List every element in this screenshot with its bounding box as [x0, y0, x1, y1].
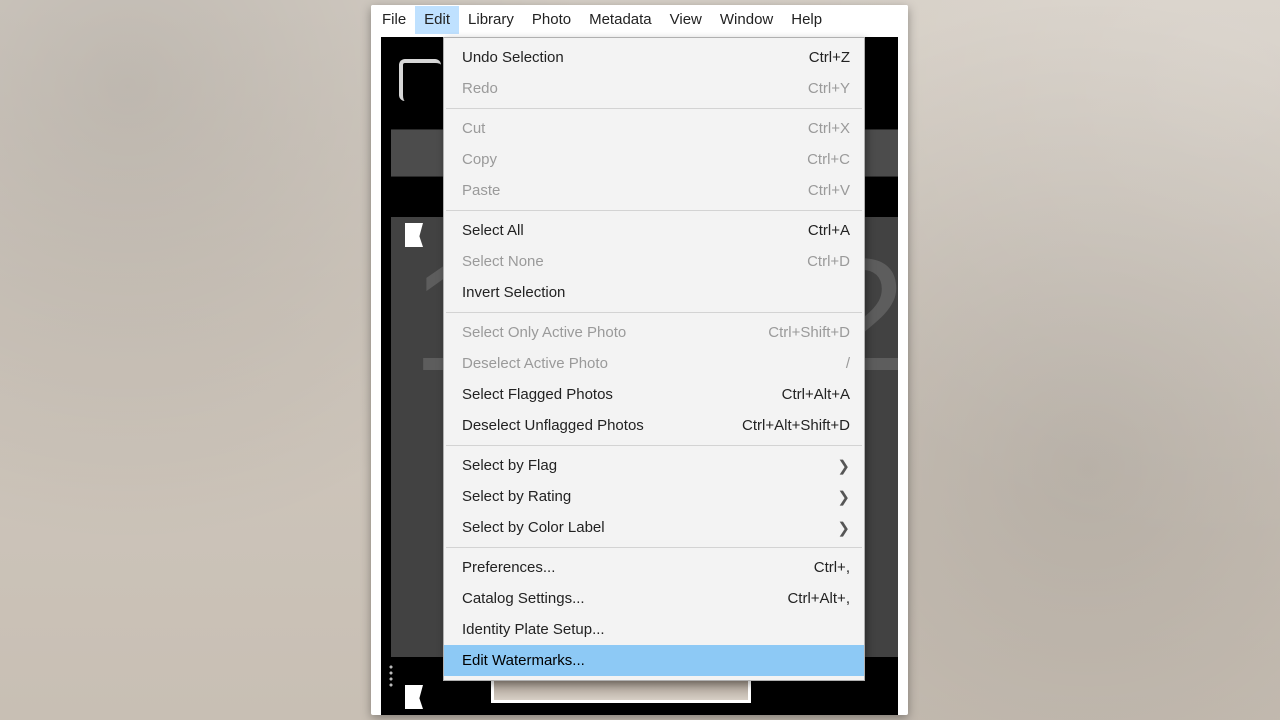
menu-item-label: Paste: [462, 182, 718, 199]
chevron-right-icon: ❯: [829, 488, 850, 506]
menu-item-label: Select by Rating: [462, 488, 829, 505]
menu-item-select-by-flag[interactable]: Select by Flag❯: [444, 450, 864, 481]
menu-item-label: Undo Selection: [462, 49, 718, 66]
menu-item-deselect-active-photo: Deselect Active Photo/: [444, 348, 864, 379]
menu-item-select-only-active-photo: Select Only Active PhotoCtrl+Shift+D: [444, 317, 864, 348]
menu-separator: [446, 210, 862, 211]
drag-handle-dots-icon: [387, 663, 395, 687]
menu-view[interactable]: View: [661, 6, 711, 34]
menu-separator: [446, 445, 862, 446]
menu-item-shortcut: Ctrl+Alt+,: [718, 590, 850, 607]
menu-item-label: Invert Selection: [462, 284, 718, 301]
menu-library[interactable]: Library: [459, 6, 523, 34]
menu-item-label: Deselect Unflagged Photos: [462, 417, 718, 434]
menu-item-edit-watermarks[interactable]: Edit Watermarks...: [444, 645, 864, 676]
menu-item-cut: CutCtrl+X: [444, 113, 864, 144]
menu-item-label: Catalog Settings...: [462, 590, 718, 607]
menu-separator: [446, 108, 862, 109]
menu-item-label: Select All: [462, 222, 718, 239]
menu-window[interactable]: Window: [711, 6, 782, 34]
menu-item-shortcut: Ctrl+Z: [718, 49, 850, 66]
menu-item-identity-plate-setup[interactable]: Identity Plate Setup...: [444, 614, 864, 645]
menu-item-label: Redo: [462, 80, 718, 97]
menu-item-shortcut: Ctrl+A: [718, 222, 850, 239]
menu-item-shortcut: Ctrl+Y: [718, 80, 850, 97]
menu-item-shortcut: Ctrl+,: [718, 559, 850, 576]
flag-icon: [405, 685, 423, 709]
menu-item-shortcut: Ctrl+X: [718, 120, 850, 137]
menu-item-shortcut: Ctrl+D: [718, 253, 850, 270]
menu-item-shortcut: Ctrl+C: [718, 151, 850, 168]
menu-item-copy: CopyCtrl+C: [444, 144, 864, 175]
menu-item-shortcut: Ctrl+Alt+A: [718, 386, 850, 403]
edit-menu-dropdown: Undo SelectionCtrl+ZRedoCtrl+YCutCtrl+XC…: [443, 37, 865, 681]
menu-item-label: Cut: [462, 120, 718, 137]
menu-item-undo-selection[interactable]: Undo SelectionCtrl+Z: [444, 42, 864, 73]
chevron-right-icon: ❯: [829, 519, 850, 537]
menu-item-label: Select by Flag: [462, 457, 829, 474]
menu-separator: [446, 312, 862, 313]
menubar: File Edit Library Photo Metadata View Wi…: [371, 5, 908, 35]
menu-item-shortcut: Ctrl+Alt+Shift+D: [718, 417, 850, 434]
menu-item-shortcut: Ctrl+V: [718, 182, 850, 199]
app-logo-icon: [399, 59, 441, 101]
menu-item-preferences[interactable]: Preferences...Ctrl+,: [444, 552, 864, 583]
menu-item-label: Select Only Active Photo: [462, 324, 718, 341]
menu-item-label: Select by Color Label: [462, 519, 829, 536]
menu-item-shortcut: Ctrl+Shift+D: [718, 324, 850, 341]
menu-metadata[interactable]: Metadata: [580, 6, 661, 34]
menu-item-select-flagged-photos[interactable]: Select Flagged PhotosCtrl+Alt+A: [444, 379, 864, 410]
menu-item-label: Select None: [462, 253, 718, 270]
menu-edit[interactable]: Edit: [415, 6, 459, 34]
menu-item-select-all[interactable]: Select AllCtrl+A: [444, 215, 864, 246]
menu-item-shortcut: /: [718, 355, 850, 372]
menu-item-select-none: Select NoneCtrl+D: [444, 246, 864, 277]
menu-item-select-by-color-label[interactable]: Select by Color Label❯: [444, 512, 864, 543]
menu-item-label: Preferences...: [462, 559, 718, 576]
menu-item-paste: PasteCtrl+V: [444, 175, 864, 206]
menu-item-deselect-unflagged-photos[interactable]: Deselect Unflagged PhotosCtrl+Alt+Shift+…: [444, 410, 864, 441]
menu-item-label: Edit Watermarks...: [462, 652, 718, 669]
stage-background: File Edit Library Photo Metadata View Wi…: [0, 0, 1280, 720]
menu-photo[interactable]: Photo: [523, 6, 580, 34]
menu-separator: [446, 547, 862, 548]
chevron-right-icon: ❯: [829, 457, 850, 475]
menu-item-catalog-settings[interactable]: Catalog Settings...Ctrl+Alt+,: [444, 583, 864, 614]
menu-item-label: Deselect Active Photo: [462, 355, 718, 372]
menu-item-label: Copy: [462, 151, 718, 168]
app-window: File Edit Library Photo Metadata View Wi…: [371, 5, 908, 715]
menu-help[interactable]: Help: [782, 6, 831, 34]
menu-item-label: Identity Plate Setup...: [462, 621, 718, 638]
menu-item-select-by-rating[interactable]: Select by Rating❯: [444, 481, 864, 512]
menu-item-label: Select Flagged Photos: [462, 386, 718, 403]
menu-item-redo: RedoCtrl+Y: [444, 73, 864, 104]
menu-item-invert-selection[interactable]: Invert Selection: [444, 277, 864, 308]
menu-file[interactable]: File: [373, 6, 415, 34]
